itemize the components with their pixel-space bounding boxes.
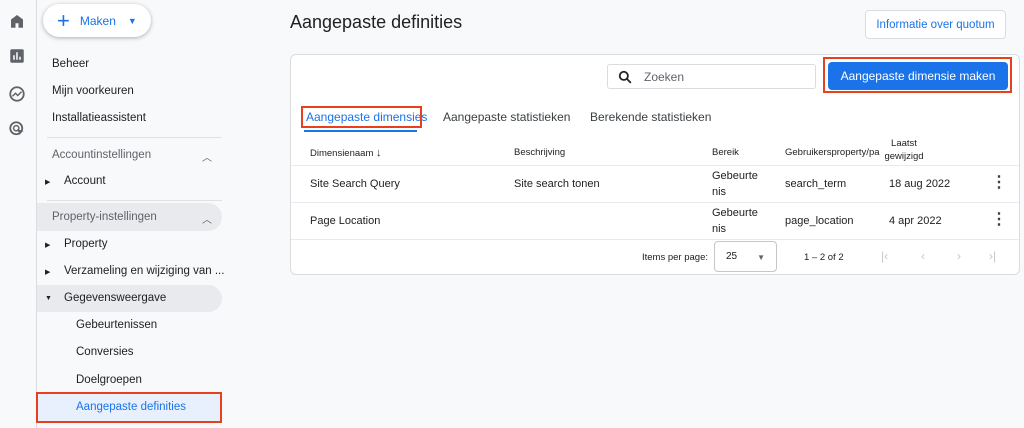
more-vert-icon[interactable]: ⋮	[991, 209, 1007, 229]
sidebar-item-events[interactable]: Gebeurtenissen	[76, 319, 157, 331]
section-account-settings[interactable]: Accountinstellingen	[52, 149, 151, 161]
first-page-icon[interactable]: |‹	[881, 249, 888, 263]
cell-scope: Gebeurtenis	[712, 207, 758, 235]
divider	[47, 137, 222, 138]
chevron-up-icon[interactable]: ︿	[202, 149, 212, 164]
explore-icon[interactable]	[8, 85, 26, 103]
items-per-page-value: 25	[726, 251, 738, 262]
sidebar-item-audiences[interactable]: Doelgroepen	[76, 374, 142, 386]
table-row[interactable]: Page Location Gebeurtenis page_location …	[291, 203, 1019, 240]
sidebar: + Maken ▼ Beheer Mijn voorkeuren Installat…	[36, 0, 237, 428]
quota-info-button[interactable]: Informatie over quotum	[865, 10, 1006, 39]
caret-right-icon: ▶	[45, 269, 51, 276]
caret-right-icon: ▶	[45, 179, 51, 186]
sidebar-item-conversions[interactable]: Conversies	[76, 346, 134, 358]
table-header: Dimensienaam ↓ Beschrijving Bereik Gebru…	[291, 137, 1019, 166]
dropdown-arrow-icon: ▼	[757, 253, 765, 262]
cell-parameter: search_term	[785, 178, 847, 190]
column-header-parameter[interactable]: Gebruikersproperty/pa	[785, 145, 880, 161]
column-header-name[interactable]: Dimensienaam ↓	[310, 145, 382, 162]
reports-icon[interactable]	[8, 47, 26, 65]
advertising-icon[interactable]	[8, 120, 26, 138]
active-tab-indicator	[304, 130, 417, 132]
annotation-highlight	[823, 57, 1012, 93]
chevron-up-icon[interactable]: ︿	[202, 211, 212, 226]
sort-arrow-down-icon: ↓	[376, 147, 382, 159]
previous-page-icon[interactable]: ‹	[921, 249, 925, 263]
divider	[47, 200, 222, 201]
definitions-card: Zoeken Aangepaste dimensie maken Aangepa…	[290, 54, 1020, 275]
search-placeholder: Zoeken	[644, 69, 685, 84]
page-title: Aangepaste definities	[290, 12, 463, 32]
cell-scope: Gebeurtenis	[712, 170, 758, 198]
sidebar-item-data-collection[interactable]: Verzameling en wijziging van ...	[64, 265, 224, 277]
sidebar-item-account[interactable]: Account	[64, 175, 106, 187]
cell-last-modified: 18 aug 2022	[889, 178, 951, 190]
annotation-highlight	[301, 106, 422, 128]
section-property-settings[interactable]: Property-instellingen	[52, 211, 157, 223]
cell-parameter: page_location	[785, 215, 854, 227]
plus-icon: +	[57, 7, 70, 33]
navigation-rail	[0, 0, 37, 428]
annotation-highlight	[36, 392, 222, 423]
sidebar-item-data-display[interactable]: Gegevensweergave	[64, 292, 166, 304]
create-label: Maken	[79, 13, 116, 28]
cell-name: Site Search Query	[310, 178, 400, 190]
column-header-scope[interactable]: Bereik	[712, 145, 739, 161]
sidebar-item-property[interactable]: Property	[64, 238, 107, 250]
search-icon	[618, 70, 632, 83]
pagination-range: 1 – 2 of 2	[804, 252, 844, 263]
sidebar-item-preferences[interactable]: Mijn voorkeuren	[52, 85, 134, 97]
tab-custom-metrics[interactable]: Aangepaste statistieken	[443, 110, 570, 124]
tab-calculated-metrics[interactable]: Berekende statistieken	[590, 110, 711, 124]
caret-down-icon: ▼	[45, 295, 52, 302]
items-per-page-select[interactable]: 25 ▼	[714, 241, 777, 272]
column-header-description[interactable]: Beschrijving	[514, 145, 565, 161]
last-page-icon[interactable]: ›|	[989, 249, 996, 263]
table-row[interactable]: Site Search Query Site search tonen Gebe…	[291, 166, 1019, 203]
search-input[interactable]: Zoeken	[607, 64, 816, 89]
caret-down-icon: ▼	[127, 15, 137, 26]
home-icon[interactable]	[8, 12, 26, 30]
cell-description: Site search tonen	[514, 178, 600, 190]
cell-name: Page Location	[310, 215, 381, 227]
sidebar-item-beheer[interactable]: Beheer	[52, 58, 89, 70]
items-per-page-label: Items per page:	[642, 252, 709, 263]
caret-right-icon: ▶	[45, 242, 51, 249]
sidebar-item-setup-assistant[interactable]: Installatieassistent	[52, 112, 146, 124]
column-header-last-modified[interactable]: Laatst gewijzigd	[879, 137, 929, 163]
create-button[interactable]: + Maken ▼	[43, 4, 151, 37]
next-page-icon[interactable]: ›	[957, 249, 961, 263]
more-vert-icon[interactable]: ⋮	[991, 172, 1007, 192]
cell-last-modified: 4 apr 2022	[889, 215, 942, 227]
